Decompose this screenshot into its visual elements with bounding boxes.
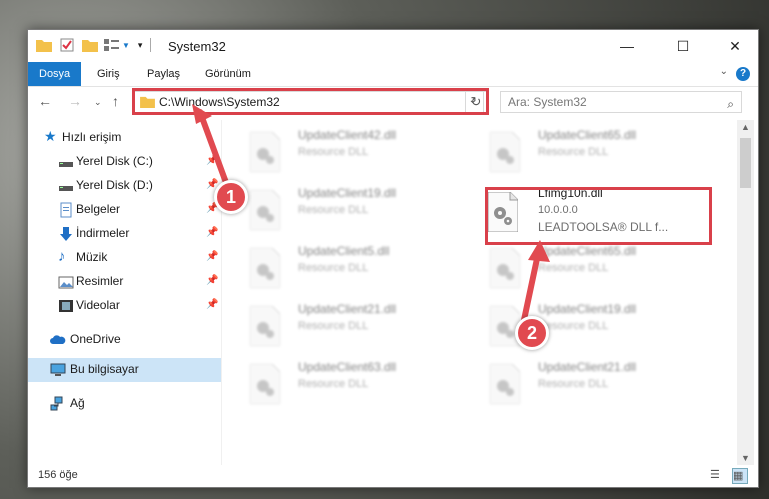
annotation-badge-1: 1	[214, 180, 248, 214]
arrow-2-shaft	[521, 251, 541, 323]
annotation-arrows	[192, 104, 550, 323]
arrow-1-head	[192, 104, 212, 124]
arrow-2-head	[528, 240, 550, 262]
annotation-badge-2: 2	[515, 316, 549, 350]
arrow-1-shaft	[197, 109, 231, 191]
